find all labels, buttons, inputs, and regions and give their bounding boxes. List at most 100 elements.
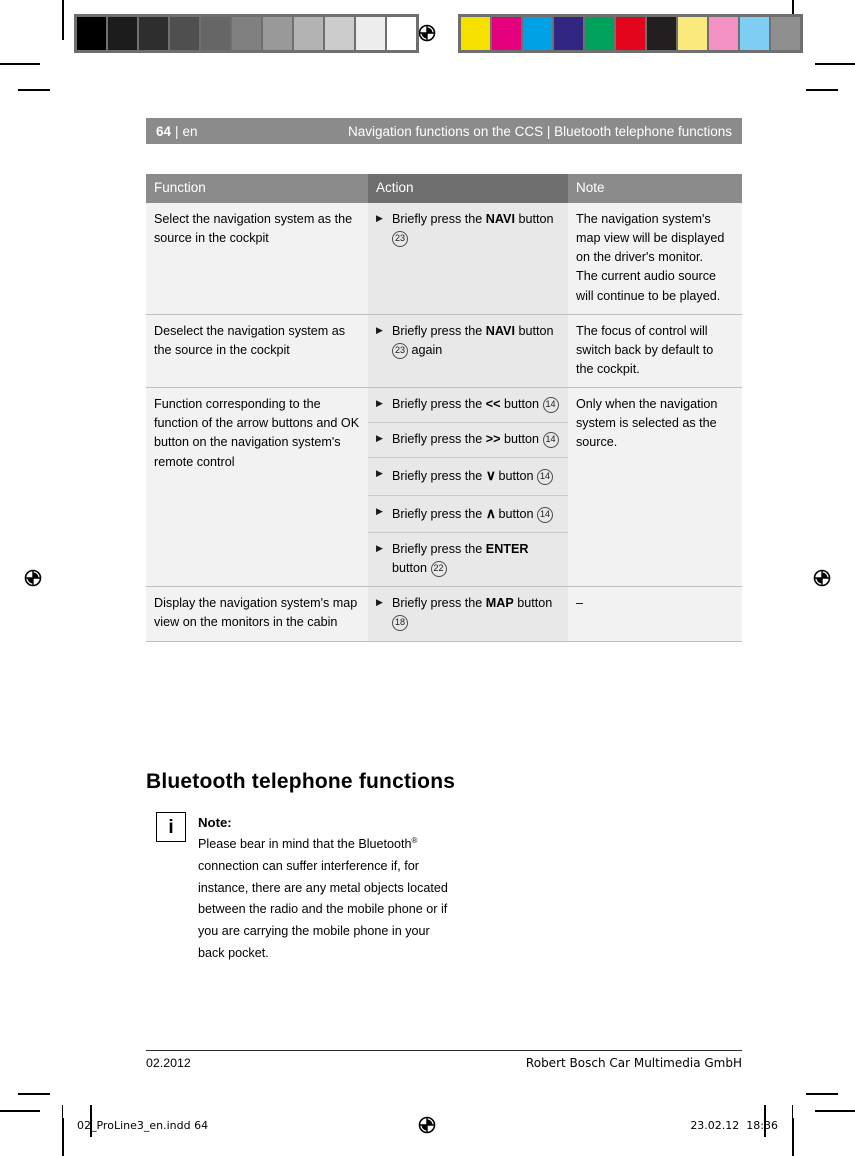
callout-number: 14 [537,506,554,523]
action-text: Briefly press the ENTER button 22 [392,541,529,578]
action-step: ▶ Briefly press the << button 14 [376,395,560,414]
cell-note: Only when the navigation system is selec… [568,387,742,588]
step-triangle-icon: ▶ [376,213,383,223]
print-info-bar: 02_ProLine3_en.indd 64 23.02.12 18:36 [62,1105,793,1145]
cell-action: ▶ Briefly press the NAVI button 23 again [368,314,568,389]
action-text: Briefly press the NAVI button 23 again [392,323,554,359]
page-language: en [182,123,198,139]
page-content: 64 | en Navigation functions on the CCS | … [146,0,742,1156]
note-box: i Note: Please bear in mind that the Blue… [156,812,456,965]
cell-action: ▶ Briefly press the NAVI button 23 [368,203,568,315]
action-step: ▶ Briefly press the ∨ button 14 [376,465,560,486]
note-paragraph: – [576,596,584,611]
action-step: ▶ Briefly press the NAVI button 23 again [376,322,560,360]
column-header-note: Note [568,174,742,203]
cell-action: ▶ Briefly press the ∧ button 14 [368,495,568,533]
cell-function: Function corresponding to the function o… [146,387,368,588]
registration-mark-right [810,566,834,590]
step-triangle-icon: ▶ [376,398,383,409]
action-step: ▶ Briefly press the NAVI button 23 [376,210,560,248]
cell-action: ▶ Briefly press the MAP button 18 [368,586,568,642]
page-footer: 02.2012 Robert Bosch Car Multimedia GmbH [146,1056,742,1070]
action-button-label: ∨ [485,467,496,484]
crop-mark-tl-horizontal [0,63,40,65]
cell-note: – [568,586,742,642]
note-paragraph: Only when the navigation system is selec… [576,397,718,450]
column-header-function: Function [146,174,368,203]
action-step: ▶ Briefly press the MAP button 18 [376,594,560,632]
callout-number: 22 [430,561,447,578]
step-triangle-icon: ▶ [376,542,383,553]
action-button-label: NAVI [485,212,515,226]
action-text: Briefly press the ∧ button 14 [392,503,560,524]
step-triangle-icon: ▶ [376,433,383,444]
action-text: Briefly press the >> button 14 [392,430,560,449]
info-icon-glyph: i [168,816,174,838]
registration-target-icon [813,569,831,587]
table-head: Function Action Note [146,174,742,203]
action-text: Briefly press the << button 14 [392,395,560,414]
crop-mark-br-horizontal [815,1110,855,1112]
info-icon: i [156,812,186,842]
action-button-label: << [485,397,501,412]
table-row: Select the navigation system as the sour… [146,203,742,315]
table-row: Deselect the navigation system as the so… [146,314,742,389]
page-separator: | [175,123,179,139]
callout-number: 14 [537,469,554,486]
calibration-swatch [740,17,769,50]
footer-date: 02.2012 [146,1056,191,1070]
callout-number: 23 [392,342,408,359]
functions-table: Function Action Note Select the navigati… [146,174,742,642]
cell-note: The navigation system's map view will be… [568,203,742,315]
crop-mark-br-inner-horizontal [806,1093,838,1095]
table-row: Display the navigation system's map view… [146,586,742,642]
step-triangle-icon: ▶ [376,324,383,335]
print-date: 23.02.12 [690,1118,740,1132]
action-button-label: MAP [485,596,514,611]
step-triangle-icon: ▶ [376,505,383,516]
note-body: Note: Please bear in mind that the Blueto… [198,812,456,965]
print-filename: 02_ProLine3_en.indd 64 [77,1118,209,1132]
crop-mark-tl-vertical [62,0,64,40]
crop-mark-bl-horizontal [0,1110,40,1112]
action-button-label: ∧ [485,504,496,521]
print-time: 18:36 [746,1118,778,1132]
callout-number: 14 [542,432,559,449]
table-body: Select the navigation system as the sour… [146,203,742,642]
callout-number: 18 [392,615,408,632]
action-text: Briefly press the ∨ button 14 [392,465,560,486]
crop-mark-tr-horizontal [815,63,855,65]
action-step: ▶ Briefly press the ∧ button 14 [376,503,560,524]
callout-number: 23 [392,231,408,248]
action-button-label: >> [485,432,501,447]
action-button-label: NAVI [485,323,515,338]
table-header-row: Function Action Note [146,174,742,203]
column-header-action: Action [368,174,568,203]
step-triangle-icon: ▶ [376,597,383,608]
note-paragraph: The current audio source will continue t… [576,269,721,303]
cell-function: Deselect the navigation system as the so… [146,314,368,389]
note-text-part1: Please bear in mind that the Bluetooth [198,837,412,852]
action-button-label: ENTER [485,541,529,556]
calibration-swatch [108,17,137,50]
cell-action: ▶ Briefly press the << button 14 [368,387,568,424]
section-heading: Bluetooth telephone functions [146,770,456,793]
calibration-swatch [771,17,800,50]
cell-action: ▶ Briefly press the >> button 14 [368,422,568,459]
table-row: Function corresponding to the function o… [146,387,742,588]
crop-mark-bl-inner-horizontal [18,1093,50,1095]
registration-mark-left [21,566,45,590]
cell-note: The focus of control will switch back by… [568,314,742,389]
action-step: ▶ Briefly press the ENTER button 22 [376,540,560,578]
cell-function: Display the navigation system's map view… [146,586,368,642]
note-paragraph: The navigation system's map view will be… [576,212,725,265]
chapter-title: Navigation functions on the CCS | Blueto… [347,123,732,139]
page-number: 64 [156,123,172,139]
note-paragraph: The focus of control will switch back by… [576,323,714,376]
cell-action: ▶ Briefly press the ENTER button 22 [368,532,568,588]
footer-company: Robert Bosch Car Multimedia GmbH [525,1056,742,1070]
note-text-part2: connection can suffer interference if, f… [198,858,448,960]
callout-number: 14 [542,397,559,414]
registration-target-icon [24,569,42,587]
note-title: Note: [198,815,232,830]
